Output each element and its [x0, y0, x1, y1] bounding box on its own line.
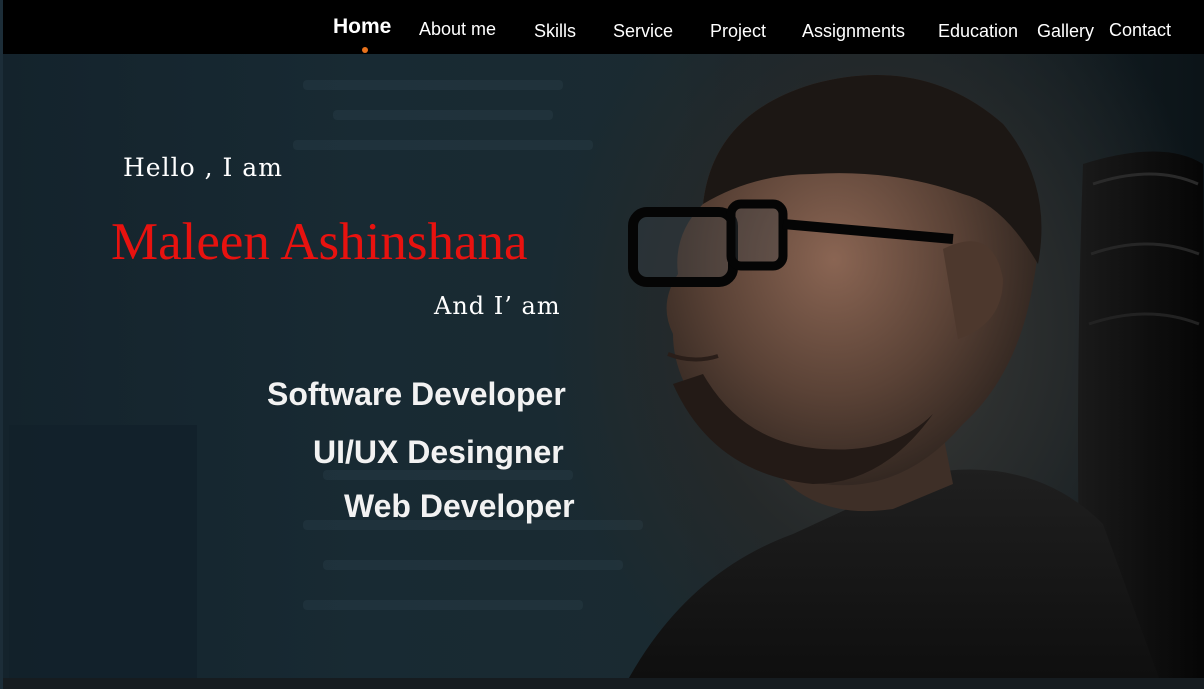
nav-service[interactable]: Service: [613, 21, 673, 42]
active-nav-indicator: [362, 47, 368, 53]
hero-section: Home About me Skills Service Project Ass…: [0, 0, 1204, 689]
nav-skills[interactable]: Skills: [534, 21, 576, 42]
hero-role-uiux-designer: UI/UX Desingner: [313, 434, 564, 470]
hero-name: Maleen Ashinshana: [111, 213, 528, 271]
bottom-edge: [3, 678, 1204, 689]
portrait-image: [623, 75, 1204, 689]
nav-education[interactable]: Education: [938, 21, 1018, 42]
background-code-line: [303, 80, 563, 90]
background-code-line: [333, 110, 553, 120]
nav-assignments[interactable]: Assignments: [802, 21, 905, 42]
nav-gallery[interactable]: Gallery: [1037, 21, 1094, 42]
background-code-line: [323, 470, 573, 480]
hero-greeting: Hello , I am: [123, 153, 283, 182]
nav-project[interactable]: Project: [710, 21, 766, 42]
nav-home[interactable]: Home: [333, 15, 391, 39]
nav-about-me[interactable]: About me: [419, 19, 496, 40]
hero-and-text: And I’ am: [434, 292, 561, 320]
nav-contact[interactable]: Contact: [1109, 20, 1171, 41]
background-code-line: [303, 600, 583, 610]
background-monitor: [9, 425, 197, 685]
top-navigation: Home About me Skills Service Project Ass…: [3, 0, 1204, 54]
hero-role-software-developer: Software Developer: [267, 376, 566, 412]
hero-role-web-developer: Web Developer: [344, 488, 575, 524]
background-code-line: [293, 140, 593, 150]
